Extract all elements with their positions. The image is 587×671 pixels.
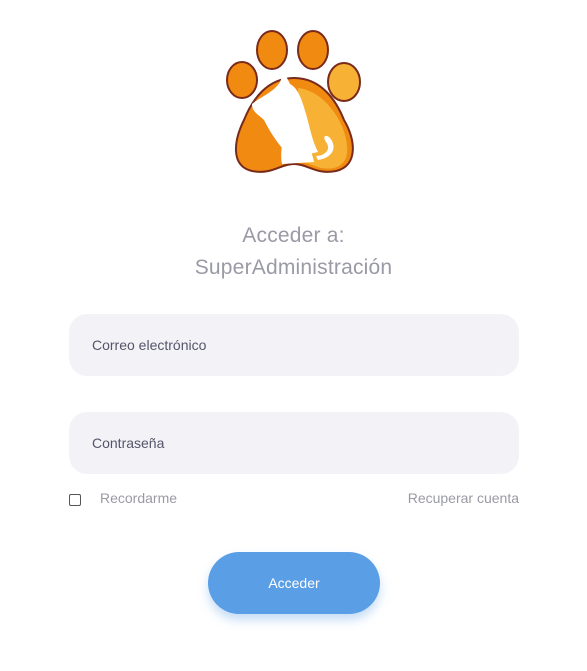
email-input[interactable] [90, 336, 498, 354]
login-page: Acceder a: SuperAdministración Recordarm… [0, 0, 587, 671]
recover-account-link[interactable]: Recuperar cuenta [408, 490, 519, 506]
paw-dog-cat-logo-icon [222, 28, 366, 176]
password-input[interactable] [90, 434, 498, 452]
remember-me[interactable]: Recordarme [69, 490, 177, 506]
remember-label: Recordarme [100, 490, 178, 506]
email-field[interactable] [69, 314, 519, 376]
page-title: Acceder a: SuperAdministración [0, 220, 587, 284]
title-line-1: Acceder a: [242, 224, 345, 247]
password-field[interactable] [69, 412, 519, 474]
remember-checkbox[interactable] [69, 493, 81, 506]
title-line-2: SuperAdministración [194, 256, 393, 279]
login-button[interactable]: Acceder [208, 552, 380, 614]
